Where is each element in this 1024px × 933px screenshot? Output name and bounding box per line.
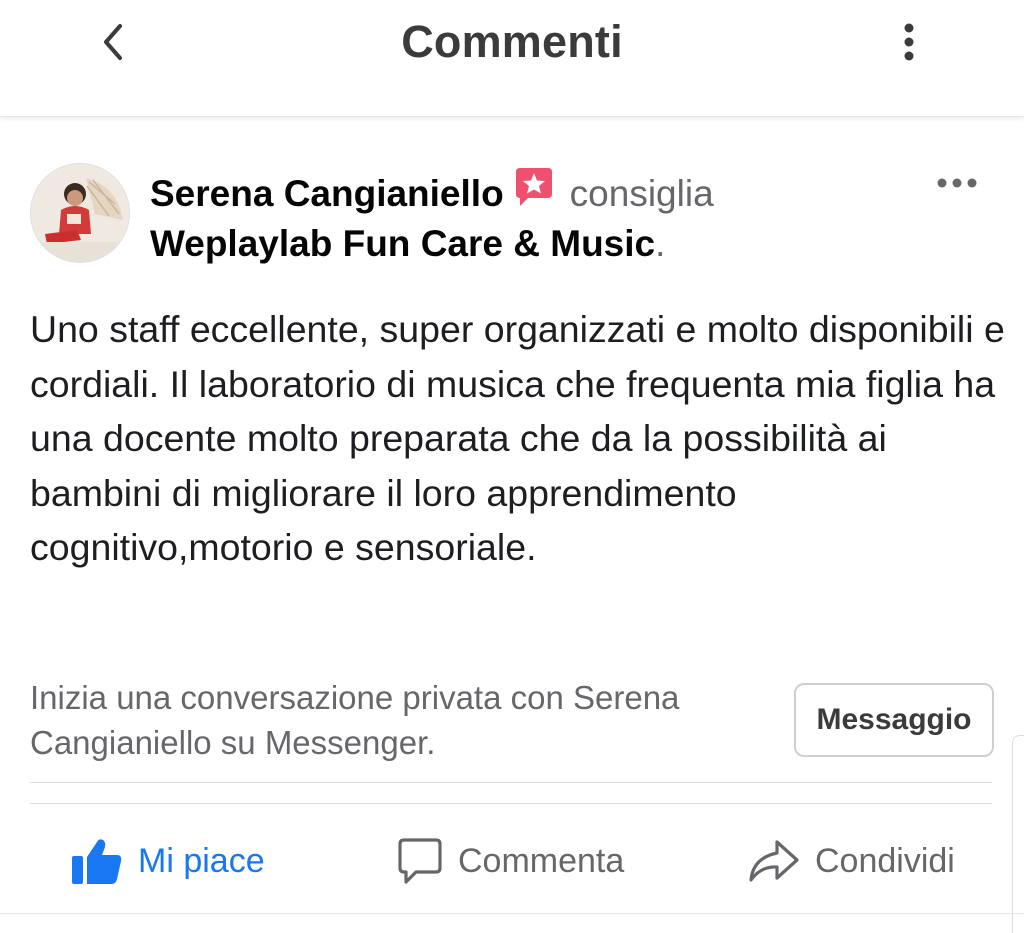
sentence-period: . (655, 223, 666, 264)
page-title: Commenti (401, 16, 623, 67)
like-label: Mi piace (138, 841, 265, 880)
horizontal-ellipsis-icon (937, 178, 977, 188)
options-menu-button[interactable] (890, 18, 928, 66)
comment-bubble-icon (398, 838, 442, 884)
divider (30, 782, 992, 783)
recommendation-star-icon (512, 166, 556, 210)
review-text: Uno staff eccellente, super organizzati … (30, 308, 1005, 568)
profile-photo (31, 164, 129, 262)
share-arrow-icon (749, 840, 799, 882)
post-options-button[interactable] (930, 170, 984, 196)
message-button[interactable]: Messaggio (794, 683, 994, 757)
page-name-link[interactable]: Weplaylab Fun Care & Music (150, 223, 655, 264)
post-header: Serena Cangianiello consiglia Weplaylab … (150, 166, 910, 269)
messenger-prompt: Inizia una conversazione privata con Ser… (30, 679, 680, 761)
share-label: Condividi (815, 841, 955, 880)
comment-label: Commenta (458, 841, 625, 880)
divider (0, 913, 1024, 914)
divider (30, 803, 992, 804)
scrollbar-edge (1012, 735, 1024, 933)
vertical-ellipsis-icon (904, 23, 914, 61)
comment-button[interactable]: Commenta (394, 826, 624, 896)
recommends-label: consiglia (569, 173, 714, 214)
top-bar: Commenti (0, 0, 1024, 117)
thumbs-up-icon (72, 839, 122, 884)
avatar[interactable] (30, 163, 130, 263)
share-button[interactable]: Condividi (747, 826, 955, 896)
author-name[interactable]: Serena Cangianiello (150, 173, 504, 214)
like-button[interactable]: Mi piace (70, 826, 265, 896)
